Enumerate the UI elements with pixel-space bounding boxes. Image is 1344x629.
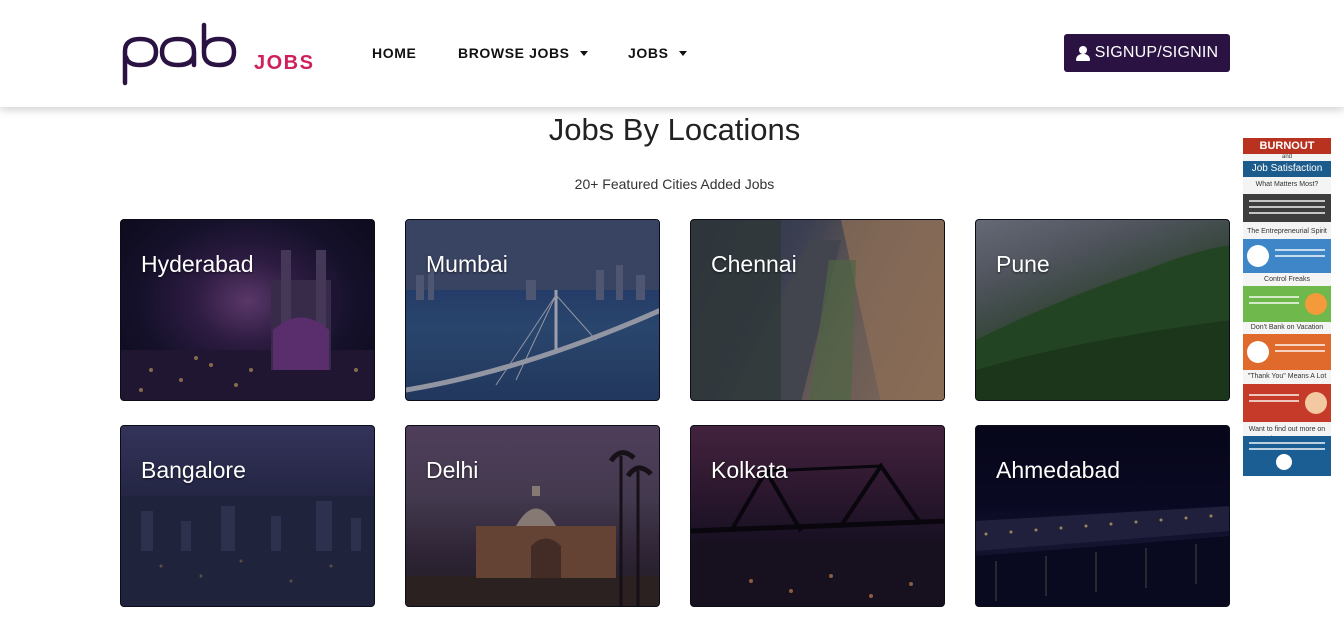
ad-red-block <box>1243 384 1331 422</box>
ad-section-vacation: Don't Bank on Vacation <box>1250 324 1324 331</box>
ad-blue-block <box>1243 239 1331 273</box>
pab-logo-mark <box>122 22 237 86</box>
city-name: Kolkata <box>711 457 788 483</box>
ad-section-more: Want to find out more on the survey? <box>1248 426 1326 443</box>
section-title: Jobs By Locations <box>548 112 801 147</box>
nav-home-label: HOME <box>372 45 417 61</box>
chevron-down-icon <box>678 51 687 56</box>
signup-signin-label: SIGNUP/SIGNIN <box>1094 44 1219 61</box>
nav-home[interactable]: HOME <box>372 45 416 61</box>
city-name: Ahmedabad <box>996 457 1121 483</box>
ad-title-bottom: Job Satisfaction <box>1243 161 1331 177</box>
ad-title-and: and <box>1281 154 1292 160</box>
user-icon <box>1075 45 1090 61</box>
logo-jobs-text: JOBS <box>254 52 315 74</box>
nav-browse-jobs[interactable]: BROWSE JOBS <box>458 45 588 61</box>
nav-jobs[interactable]: JOBS <box>628 45 687 61</box>
ad-section-control: Control Freaks <box>1264 276 1310 283</box>
nav-jobs-label: JOBS <box>628 45 669 61</box>
burnout-infographic-ad[interactable]: BURNOUT and Job Satisfaction What Matter… <box>1243 138 1331 476</box>
city-card-ahmedabad[interactable]: Ahmedabad <box>975 425 1230 607</box>
ad-orange-block <box>1243 334 1331 370</box>
city-card-chennai[interactable]: Chennai <box>690 219 945 401</box>
chevron-down-icon <box>579 51 588 56</box>
city-name: Delhi <box>426 457 479 483</box>
city-card-bangalore[interactable]: Bangalore <box>120 425 375 607</box>
city-card-delhi[interactable]: Delhi <box>405 425 660 607</box>
city-card-kolkata[interactable]: Kolkata <box>690 425 945 607</box>
city-card-mumbai[interactable]: Mumbai <box>405 219 660 401</box>
nav-browse-jobs-label: BROWSE JOBS <box>458 45 570 61</box>
ad-section-entrepreneurial: The Entrepreneurial Spirit <box>1247 228 1327 235</box>
section-subtitle: 20+ Featured Cities Added Jobs <box>574 176 775 192</box>
city-name: Mumbai <box>426 251 508 277</box>
city-name: Bangalore <box>141 457 246 483</box>
ad-title-top: BURNOUT <box>1243 138 1331 154</box>
city-name: Chennai <box>711 251 797 277</box>
city-card-pune[interactable]: Pune <box>975 219 1230 401</box>
ad-question: What Matters Most? <box>1255 181 1319 188</box>
city-name: Pune <box>996 251 1050 277</box>
pab-jobs-logo[interactable]: JOBS <box>122 21 322 87</box>
ad-green-block <box>1243 286 1331 322</box>
signup-signin-button[interactable]: SIGNUP/SIGNIN <box>1064 34 1230 72</box>
ad-footer-block <box>1243 436 1331 476</box>
city-card-hyderabad[interactable]: Hyderabad <box>120 219 375 401</box>
city-name: Hyderabad <box>141 251 254 277</box>
ad-dark-block <box>1243 194 1331 222</box>
ad-section-thankyou: "Thank You" Means A Lot <box>1247 373 1327 380</box>
top-navbar: JOBS HOME BROWSE JOBS JOBS SIGNUP/SIGNIN <box>0 0 1344 107</box>
